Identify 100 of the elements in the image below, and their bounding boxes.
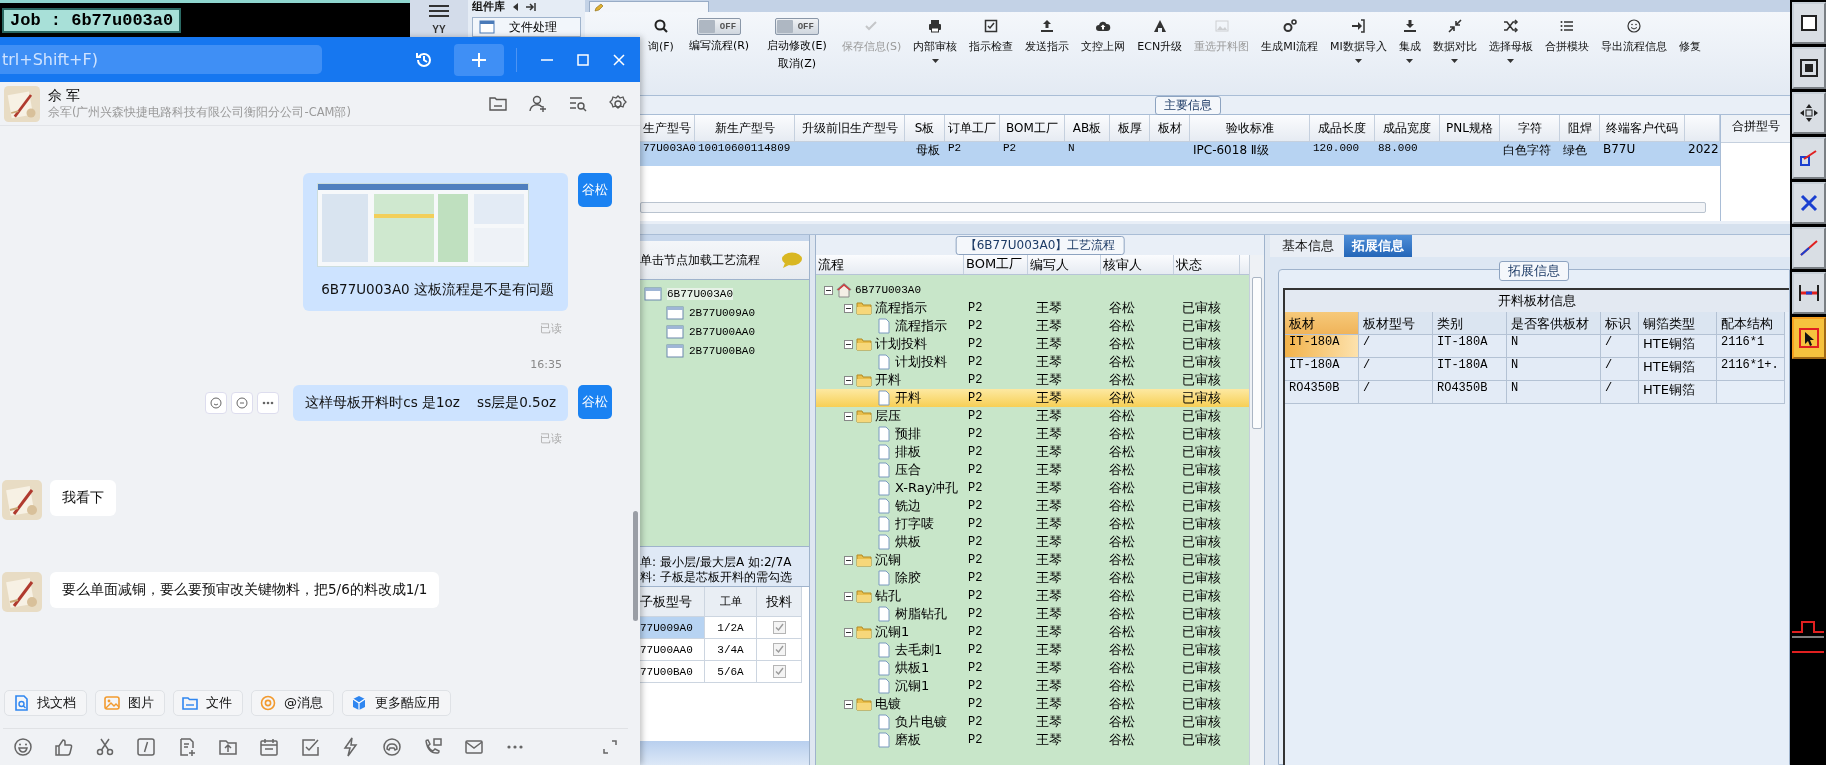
tool-button[interactable]	[1792, 47, 1826, 89]
expand-icon[interactable]	[602, 739, 618, 755]
tree-row[interactable]: 沉铜1 P2 王琴 谷松 已审核	[816, 677, 1249, 695]
tree-row[interactable]: 6B77U003A0	[816, 281, 1249, 299]
collapse-icon[interactable]	[844, 699, 853, 709]
note-add-icon[interactable]	[177, 737, 197, 757]
tree-row[interactable]: 负片电镀 P2 王琴 谷松 已审核	[816, 713, 1249, 731]
toggle-label[interactable]: 取消(Z)	[775, 56, 818, 71]
tool-button[interactable]	[1792, 2, 1826, 44]
tree-row[interactable]: 沉铜1 P2 王琴 谷松 已审核	[816, 623, 1249, 641]
tool-button[interactable]	[1792, 272, 1826, 314]
tree-row[interactable]: 打字唛 P2 王琴 谷松 已审核	[816, 515, 1249, 533]
column-header[interactable]: 生产型号	[640, 115, 695, 142]
table-row[interactable]: 77U003A0 10010600114809 母板 P2 P2 N IPC-6018 Ⅱ级 120.000 88.000 白色字符 绿色 B77U 2022	[640, 142, 1720, 166]
toggle-label[interactable]: 编写流程(R)	[686, 38, 752, 53]
tree-row[interactable]: 排板 P2 王琴 谷松 已审核	[816, 443, 1249, 461]
column-header[interactable]: BOM工厂	[964, 255, 1028, 274]
checkbox[interactable]	[772, 665, 786, 678]
maximize-icon[interactable]	[575, 51, 591, 68]
column-header[interactable]: 字符	[1500, 115, 1560, 142]
toolbar-button[interactable]: 询(F)	[643, 12, 679, 56]
column-header[interactable]: 类别	[1433, 312, 1507, 335]
quick-action-button[interactable]: @消息	[251, 690, 334, 716]
thumbs-up-icon[interactable]	[54, 737, 74, 757]
panel-tab[interactable]: 组件库	[472, 1, 505, 13]
toggle-switch[interactable]: OFF	[697, 18, 742, 35]
tree-row[interactable]: 烘板 P2 王琴 谷松 已审核	[816, 533, 1249, 551]
column-header[interactable]: AB板	[1065, 115, 1110, 142]
tree-row[interactable]: 预排 P2 王琴 谷松 已审核	[816, 425, 1249, 443]
column-header[interactable]: 配本结构	[1717, 312, 1785, 335]
column-header[interactable]: 板材型号	[1359, 312, 1433, 335]
tree-row[interactable]: 电镀 P2 王琴 谷松 已审核	[816, 695, 1249, 713]
toolbar-button[interactable]: 集成	[1393, 12, 1426, 65]
column-header[interactable]: BOM工厂	[1000, 115, 1065, 142]
column-header[interactable]: 升级前旧生产型号	[795, 115, 905, 142]
column-header[interactable]: 验收标准	[1190, 115, 1310, 142]
scrollbar[interactable]	[633, 511, 638, 621]
column-header[interactable]: 阻焊	[1560, 115, 1600, 142]
collapse-icon[interactable]	[844, 555, 853, 565]
scrollbar[interactable]	[640, 202, 1706, 213]
tree-row[interactable]: 铣边 P2 王琴 谷松 已审核	[816, 497, 1249, 515]
quick-action-button[interactable]: 找文档	[4, 690, 87, 716]
tree-node[interactable]: 6B77U003A0	[640, 284, 809, 303]
table-cell[interactable]: IT-180A	[1285, 335, 1359, 358]
tree-row[interactable]: X-Ray冲孔 P2 王琴 谷松 已审核	[816, 479, 1249, 497]
toolbar-button[interactable]: 发送指示	[1020, 12, 1075, 56]
quick-action-button[interactable]: 图片	[95, 690, 165, 716]
emoji-icon[interactable]	[13, 737, 33, 757]
collapse-icon[interactable]	[844, 411, 853, 421]
tree-row[interactable]: 开料 P2 王琴 谷松 已审核	[816, 389, 1249, 407]
more-button[interactable]	[257, 392, 280, 414]
tree-row[interactable]: 烘板1 P2 王琴 谷松 已审核	[816, 659, 1249, 677]
toolbar-button[interactable]: 文控上网	[1076, 12, 1131, 56]
tree-row[interactable]: 层压 P2 王琴 谷松 已审核	[816, 407, 1249, 425]
column-header[interactable]: 订单工厂	[945, 115, 1000, 142]
add-button[interactable]	[454, 43, 504, 76]
comment-button[interactable]	[231, 392, 254, 414]
slash-box-icon[interactable]	[136, 737, 156, 757]
column-header[interactable]: 核审人	[1101, 255, 1174, 274]
column-header[interactable]: 状态	[1174, 255, 1240, 274]
search-field[interactable]: trl+Shift+F)	[0, 45, 322, 74]
column-header[interactable]: 合拼型号	[1721, 115, 1790, 143]
column-header[interactable]: 标识	[1601, 312, 1639, 335]
collapse-icon[interactable]	[844, 591, 853, 601]
toggle-label[interactable]: 启动修改(E)	[765, 38, 829, 53]
tree-row[interactable]: 除胶 P2 王琴 谷松 已审核	[816, 569, 1249, 587]
tab[interactable]: 拓展信息	[1344, 235, 1412, 257]
tree-row[interactable]: 钻孔 P2 王琴 谷松 已审核	[816, 587, 1249, 605]
quick-action-button[interactable]: 更多酷应用	[342, 690, 451, 716]
tree-node[interactable]: 2B77U009A0	[640, 303, 809, 322]
tree-row[interactable]: 流程指示 P2 王琴 谷松 已审核	[816, 299, 1249, 317]
column-header[interactable]: 投料	[757, 587, 802, 617]
toolbar-button[interactable]: 指示检查	[964, 12, 1019, 56]
column-header[interactable]: 流程	[816, 255, 964, 274]
tree-row[interactable]: 去毛刺1 P2 王琴 谷松 已审核	[816, 641, 1249, 659]
calendar-icon[interactable]	[259, 737, 279, 757]
column-header[interactable]: 终端客户代码	[1600, 115, 1685, 142]
toolbar-button[interactable]: MI数据导入	[1324, 12, 1392, 65]
tree-row[interactable]: 流程指示 P2 王琴 谷松 已审核	[816, 317, 1249, 335]
toolbar-button[interactable]: 数据对比	[1427, 12, 1482, 65]
tab[interactable]: 基本信息	[1274, 235, 1342, 257]
close-icon[interactable]	[611, 51, 627, 68]
table-cell[interactable]: RO4350B	[1285, 381, 1359, 404]
folder-upload-icon[interactable]	[218, 737, 238, 757]
add-user-icon[interactable]	[528, 93, 548, 114]
collapse-icon[interactable]	[844, 375, 853, 385]
tool-button[interactable]	[1792, 317, 1826, 359]
scrollbar[interactable]	[1249, 255, 1264, 765]
toolbar-button[interactable]: 导出流程信息	[1595, 12, 1672, 56]
checkbox[interactable]	[772, 643, 786, 656]
toolbar-button[interactable]: ECN升级	[1132, 12, 1188, 56]
checkbox-icon[interactable]	[300, 737, 320, 757]
column-header[interactable]: PNL规格	[1440, 115, 1500, 142]
column-header[interactable]: 板材	[1285, 312, 1359, 335]
toolbar-button[interactable]: 生成MI流程	[1256, 12, 1323, 56]
column-header[interactable]: 是否客供板材	[1507, 312, 1601, 335]
tree-row[interactable]: 计划投料 P2 王琴 谷松 已审核	[816, 335, 1249, 353]
tree-node[interactable]: 2B77U00BA0	[640, 341, 809, 360]
tree-row[interactable]: 树脂钻孔 P2 王琴 谷松 已审核	[816, 605, 1249, 623]
tree-node[interactable]: 2B77U00AA0	[640, 322, 809, 341]
